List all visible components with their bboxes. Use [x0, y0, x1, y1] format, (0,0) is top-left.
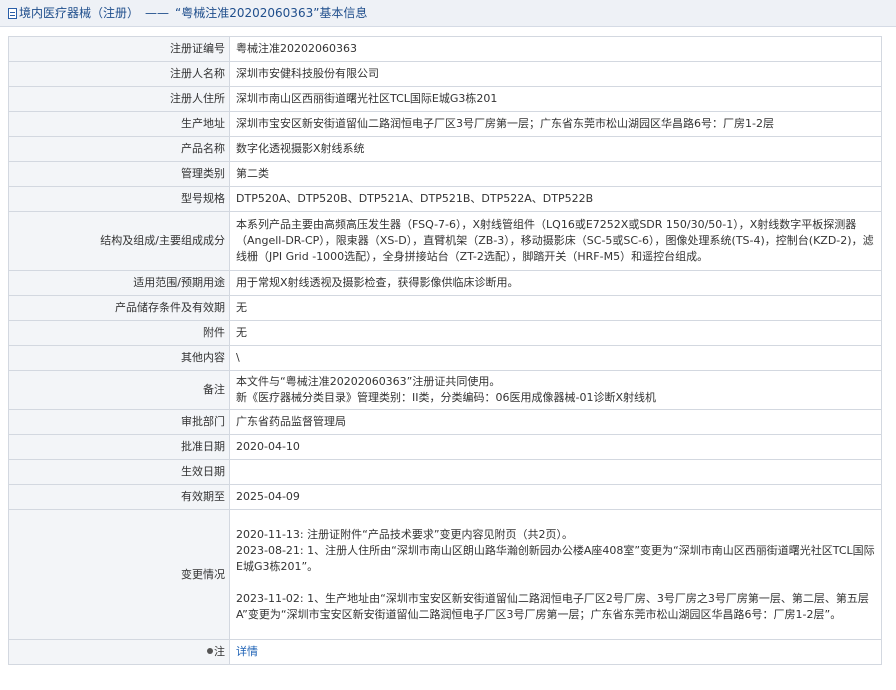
info-table: 注册证编号 粤械注准20202060363 注册人名称 深圳市安健科技股份有限公司 注册… — [8, 36, 882, 665]
table-row-changes: 变更情况 2020-11-13: 注册证附件“产品技术要求”变更内容见附页（共2页… — [8, 509, 882, 640]
change-item: 2020-11-13: 注册证附件“产品技术要求”变更内容见附页（共2页）。 — [236, 527, 574, 541]
row-value: 本系列产品主要由高频高压发生器（FSQ-7-6），X射线管组件（LQ16或E72… — [229, 211, 882, 271]
pin-icon — [207, 648, 213, 654]
row-label: 注册证编号 — [8, 36, 230, 62]
row-label: 备注 — [8, 370, 230, 410]
row-label: 产品储存条件及有效期 — [8, 295, 230, 321]
title-part2: “粤械注准20202060363”基本信息 — [175, 6, 368, 20]
table-row: 管理类别 第二类 — [8, 161, 882, 187]
row-label: 审批部门 — [8, 409, 230, 435]
details-link[interactable]: 详情 — [236, 645, 258, 658]
row-value: 深圳市安健科技股份有限公司 — [229, 61, 882, 87]
row-label: 批准日期 — [8, 434, 230, 460]
row-value-line: 新《医疗器械分类目录》管理类别：II类，分类编码：06医用成像器械-01诊断X射… — [236, 391, 656, 404]
row-value — [229, 459, 882, 485]
row-value: 深圳市南山区西丽街道曙光社区TCL国际E城G3栋201 — [229, 86, 882, 112]
table-row: 其他内容 \ — [8, 345, 882, 371]
table-row: 备注 本文件与“粤械注准20202060363”注册证共同使用。新《医疗器械分类目… — [8, 370, 882, 410]
change-item: 2023-11-02: 1、生产地址由“深圳市宝安区新安街道留仙二路润恒电子厂区… — [236, 591, 869, 621]
table-row: 注册人名称 深圳市安健科技股份有限公司 — [8, 61, 882, 87]
row-label: 产品名称 — [8, 136, 230, 162]
row-value: 无 — [229, 295, 882, 321]
row-value: DTP520A、DTP520B、DTP521A、DTP521B、DTP522A、… — [229, 186, 882, 212]
table-row: 注册人住所 深圳市南山区西丽街道曙光社区TCL国际E城G3栋201 — [8, 86, 882, 112]
table-row: 型号规格 DTP520A、DTP520B、DTP521A、DTP521B、DTP5… — [8, 186, 882, 212]
row-label: 注册人名称 — [8, 61, 230, 87]
table-row: 产品储存条件及有效期无 — [8, 295, 882, 321]
table-row: 生产地址 深圳市宝安区新安街道留仙二路润恒电子厂区3号厂房第一层；广东省东莞市松山… — [8, 111, 882, 137]
row-value: 无 — [229, 320, 882, 346]
row-value: 数字化透视摄影X射线系统 — [229, 136, 882, 162]
table-row: 适用范围/预期用途 用于常规X射线透视及摄影检查，获得影像供临床诊断用。 — [8, 270, 882, 296]
note-label: 注 — [214, 645, 225, 658]
row-value: 2025-04-09 — [229, 484, 882, 510]
row-label: 型号规格 — [8, 186, 230, 212]
row-value: 用于常规X射线透视及摄影检查，获得影像供临床诊断用。 — [229, 270, 882, 296]
row-label: 其他内容 — [8, 345, 230, 371]
row-value: 2020-04-10 — [229, 434, 882, 460]
row-label: 适用范围/预期用途 — [8, 270, 230, 296]
change-item: 2023-08-21: 1、注册人住所由“深圳市南山区朗山路华瀚创新园办公楼A座… — [236, 543, 875, 573]
row-value: \ — [229, 345, 882, 371]
row-label: 变更情况 — [8, 509, 230, 640]
table-row: 结构及组成/主要组成成分 本系列产品主要由高频高压发生器（FSQ-7-6），X射线… — [8, 211, 882, 271]
row-value: 粤械注准20202060363 — [229, 36, 882, 62]
table-row: 生效日期 — [8, 459, 882, 485]
note-value: 详情 — [229, 639, 882, 665]
row-label: 附件 — [8, 320, 230, 346]
row-value: 广东省药品监督管理局 — [229, 409, 882, 435]
table-row: 审批部门 广东省药品监督管理局 — [8, 409, 882, 435]
title-part1: 境内医疗器械（注册） — [19, 6, 140, 20]
document-icon — [8, 8, 17, 19]
page-title-bar: 境内医疗器械（注册） —— “粤械注准20202060363”基本信息 — [0, 0, 896, 27]
row-value: 本文件与“粤械注准20202060363”注册证共同使用。新《医疗器械分类目录》… — [229, 370, 882, 410]
table-row: 产品名称 数字化透视摄影X射线系统 — [8, 136, 882, 162]
row-label: 有效期至 — [8, 484, 230, 510]
row-label: 管理类别 — [8, 161, 230, 187]
row-label: 注册人住所 — [8, 86, 230, 112]
row-label: 结构及组成/主要组成成分 — [8, 211, 230, 271]
title-separator: —— — [145, 6, 170, 20]
table-row: 批准日期 2020-04-10 — [8, 434, 882, 460]
note-label-cell: 注 — [8, 639, 230, 665]
info-table-body: 注册证编号 粤械注准20202060363 注册人名称 深圳市安健科技股份有限公司 注册… — [8, 36, 882, 665]
row-label: 生产地址 — [8, 111, 230, 137]
table-row: 附件无 — [8, 320, 882, 346]
row-value: 深圳市宝安区新安街道留仙二路润恒电子厂区3号厂房第一层；广东省东莞市松山湖园区华… — [229, 111, 882, 137]
row-value-line: 本文件与“粤械注准20202060363”注册证共同使用。 — [236, 375, 501, 388]
row-value: 第二类 — [229, 161, 882, 187]
table-row: 有效期至 2025-04-09 — [8, 484, 882, 510]
table-row: 注册证编号 粤械注准20202060363 — [8, 36, 882, 62]
row-label: 生效日期 — [8, 459, 230, 485]
table-row-note: 注详情 — [8, 639, 882, 665]
changes-value: 2020-11-13: 注册证附件“产品技术要求”变更内容见附页（共2页）。 20… — [229, 509, 882, 640]
